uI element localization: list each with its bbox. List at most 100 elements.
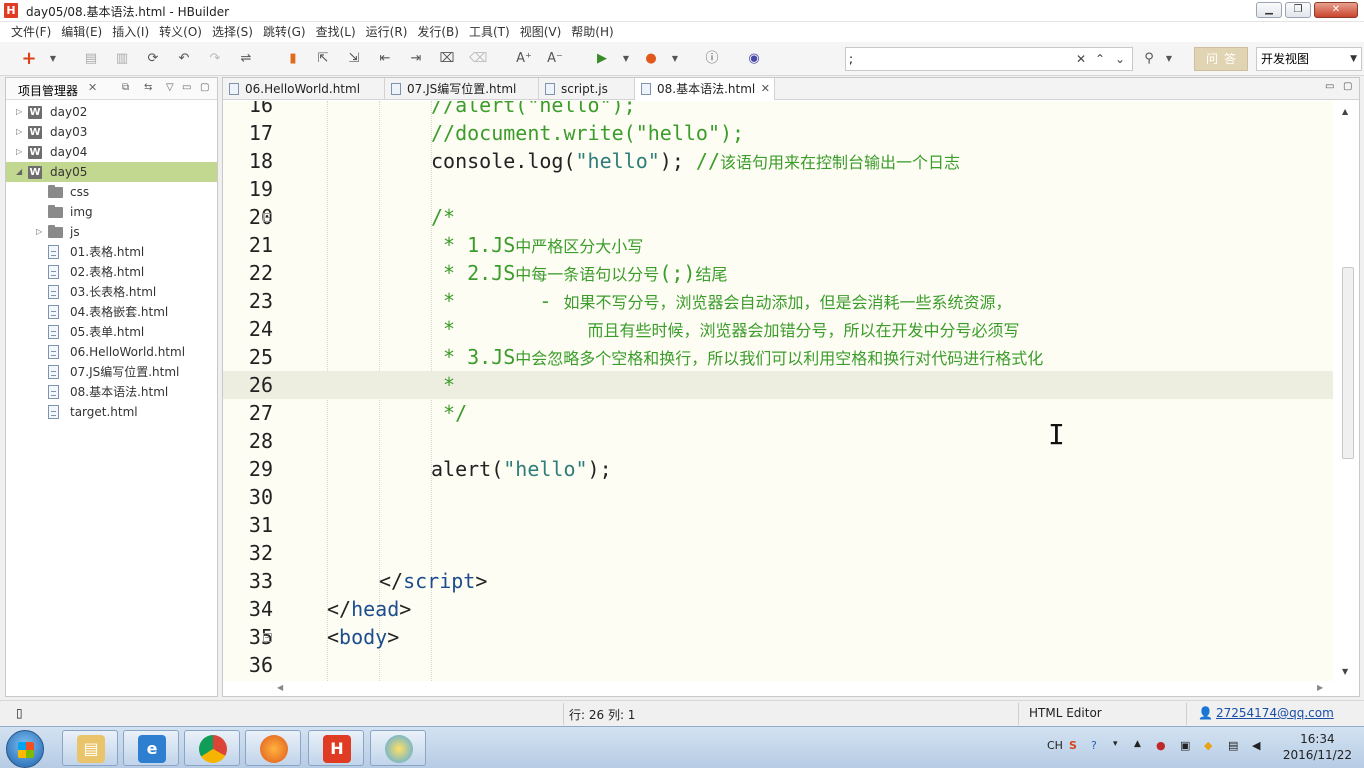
menu-help[interactable]: 帮助(H) bbox=[566, 22, 618, 42]
link-editor-icon[interactable]: ⇆ bbox=[144, 82, 152, 93]
indent-right-icon[interactable]: ⇥ bbox=[407, 50, 425, 68]
collapse-arrow-icon[interactable]: ▷ bbox=[16, 102, 22, 122]
view-select[interactable]: 开发视图 ▼ bbox=[1256, 47, 1362, 71]
close-button[interactable]: ✕ bbox=[1314, 2, 1358, 18]
info-icon[interactable]: ⓘ bbox=[703, 50, 721, 68]
menu-file[interactable]: 文件(F) bbox=[6, 22, 56, 42]
menu-view[interactable]: 视图(V) bbox=[515, 22, 567, 42]
tab-script-js[interactable]: script.js bbox=[539, 78, 635, 100]
search-input[interactable] bbox=[849, 50, 1069, 68]
comment-icon[interactable]: ⌧ bbox=[438, 50, 456, 68]
menu-tools[interactable]: 工具(T) bbox=[464, 22, 515, 42]
menu-publish[interactable]: 发行(B) bbox=[412, 22, 464, 42]
collapse-arrow-icon[interactable]: ▷ bbox=[36, 222, 42, 242]
start-button[interactable] bbox=[6, 730, 44, 768]
menu-edit[interactable]: 编辑(E) bbox=[56, 22, 107, 42]
font-decrease-icon[interactable]: A⁻ bbox=[546, 50, 564, 68]
new-icon[interactable]: + bbox=[20, 50, 38, 68]
search-prev-icon[interactable]: ⌃ bbox=[1092, 50, 1108, 68]
tree-item[interactable]: ◢ Wday05 bbox=[6, 162, 217, 182]
tray-menu-icon[interactable]: ▾ bbox=[1113, 739, 1118, 749]
menu-goto[interactable]: 跳转(G) bbox=[258, 22, 311, 42]
menu-run[interactable]: 运行(R) bbox=[361, 22, 413, 42]
tree-item[interactable]: target.html bbox=[6, 402, 217, 422]
undo-icon[interactable]: ↶ bbox=[175, 50, 193, 68]
security-icon[interactable]: ● bbox=[1156, 739, 1166, 752]
view-menu-icon[interactable]: ▽ bbox=[166, 82, 174, 93]
tree-item[interactable]: 06.HelloWorld.html bbox=[6, 342, 217, 362]
tree-item[interactable]: css bbox=[6, 182, 217, 202]
language-indicator[interactable]: CH bbox=[1047, 739, 1063, 752]
account-link[interactable]: 27254174@qq.com bbox=[1216, 706, 1334, 720]
notification-icon[interactable]: ◆ bbox=[1204, 739, 1212, 752]
close-tab-icon[interactable]: ✕ bbox=[761, 78, 770, 100]
browser-dropdown-icon[interactable]: ▼ bbox=[666, 50, 684, 68]
scrollbar-thumb[interactable] bbox=[1342, 267, 1354, 459]
hbuilder-button[interactable]: H bbox=[308, 730, 364, 766]
firefox-icon[interactable]: ● bbox=[642, 50, 660, 68]
save-icon[interactable]: ▤ bbox=[82, 50, 100, 68]
clear-search-icon[interactable]: ✕ bbox=[1073, 50, 1089, 68]
redo-icon[interactable]: ↷ bbox=[206, 50, 224, 68]
device-icon[interactable]: ▤ bbox=[1228, 739, 1238, 752]
collapse-arrow-icon[interactable]: ▷ bbox=[16, 122, 22, 142]
expand-arrow-icon[interactable]: ◢ bbox=[16, 162, 22, 182]
fold-toggle-icon[interactable]: − bbox=[263, 633, 272, 642]
horizontal-scrollbar[interactable]: ◀ ▶ bbox=[273, 681, 1333, 696]
fold-toggle-icon[interactable]: − bbox=[263, 213, 272, 222]
minimize-editor-icon[interactable]: ▭ bbox=[1325, 81, 1334, 92]
scroll-up-icon[interactable]: ▲ bbox=[1342, 107, 1348, 116]
menu-insert[interactable]: 插入(I) bbox=[107, 22, 154, 42]
search-next-icon[interactable]: ⌄ bbox=[1112, 50, 1128, 68]
new-dropdown-icon[interactable]: ▼ bbox=[44, 50, 62, 68]
run-icon[interactable]: ▶ bbox=[593, 50, 611, 68]
prev-bookmark-icon[interactable]: ⇲ bbox=[345, 50, 363, 68]
tree-item[interactable]: 08.基本语法.html bbox=[6, 382, 217, 402]
tree-item[interactable]: ▷ Wday03 bbox=[6, 122, 217, 142]
refresh-icon[interactable]: ⟳ bbox=[144, 50, 162, 68]
tree-item[interactable]: ▷ js bbox=[6, 222, 217, 242]
format-icon[interactable]: ⇌ bbox=[237, 50, 255, 68]
search-icon[interactable]: ⚲ bbox=[1140, 50, 1158, 68]
collapse-all-icon[interactable]: ⧉ bbox=[122, 82, 129, 93]
ask-button[interactable]: 问答 bbox=[1194, 47, 1248, 71]
maximize-editor-icon[interactable]: ▢ bbox=[1343, 81, 1352, 92]
ie-button[interactable]: e bbox=[123, 730, 179, 766]
tree-item[interactable]: 02.表格.html bbox=[6, 262, 217, 282]
close-panel-icon[interactable]: ✕ bbox=[88, 81, 97, 94]
vertical-scrollbar[interactable]: ▲ ▼ bbox=[1333, 101, 1359, 681]
tree-item[interactable]: 03.长表格.html bbox=[6, 282, 217, 302]
font-increase-icon[interactable]: A⁺ bbox=[515, 50, 533, 68]
restore-button[interactable]: ❐ bbox=[1285, 2, 1311, 18]
bookmark-icon[interactable]: ▮ bbox=[284, 50, 302, 68]
scroll-down-icon[interactable]: ▼ bbox=[1342, 667, 1348, 676]
code-area[interactable]: 16//alert("hello"); 17//document.write("h… bbox=[223, 101, 1333, 681]
qq-button[interactable] bbox=[370, 730, 426, 766]
run-dropdown-icon[interactable]: ▼ bbox=[617, 50, 635, 68]
chrome-button[interactable] bbox=[184, 730, 240, 766]
uncomment-icon[interactable]: ⌫ bbox=[469, 50, 487, 68]
search-dropdown-icon[interactable]: ▼ bbox=[1160, 50, 1178, 68]
network-icon[interactable]: ▣ bbox=[1180, 739, 1190, 752]
help-icon[interactable]: ? bbox=[1091, 739, 1097, 752]
firefox-button[interactable] bbox=[245, 730, 301, 766]
tree-item[interactable]: 07.JS编写位置.html bbox=[6, 362, 217, 382]
scroll-left-icon[interactable]: ◀ bbox=[277, 683, 283, 692]
collapse-arrow-icon[interactable]: ▷ bbox=[16, 142, 22, 162]
indent-left-icon[interactable]: ⇤ bbox=[376, 50, 394, 68]
pin-icon[interactable]: ▯ bbox=[16, 706, 23, 720]
system-clock[interactable]: 16:34 2016/11/22 bbox=[1283, 731, 1352, 763]
tree-item[interactable]: ▷ Wday02 bbox=[6, 102, 217, 122]
show-hidden-icons[interactable]: ▲ bbox=[1134, 739, 1141, 749]
tree-item[interactable]: ▷ Wday04 bbox=[6, 142, 217, 162]
tree-item[interactable]: 04.表格嵌套.html bbox=[6, 302, 217, 322]
scroll-right-icon[interactable]: ▶ bbox=[1317, 683, 1323, 692]
tree-item[interactable]: 01.表格.html bbox=[6, 242, 217, 262]
tab-helloworld[interactable]: 06.HelloWorld.html bbox=[223, 78, 385, 100]
menu-select[interactable]: 选择(S) bbox=[207, 22, 258, 42]
globe-icon[interactable]: ◉ bbox=[745, 50, 763, 68]
explorer-button[interactable]: ▤ bbox=[62, 730, 118, 766]
tab-basic-syntax[interactable]: 08.基本语法.html ✕ bbox=[635, 78, 775, 100]
tree-item[interactable]: 05.表单.html bbox=[6, 322, 217, 342]
minimize-panel-icon[interactable]: ▭ bbox=[182, 82, 191, 93]
